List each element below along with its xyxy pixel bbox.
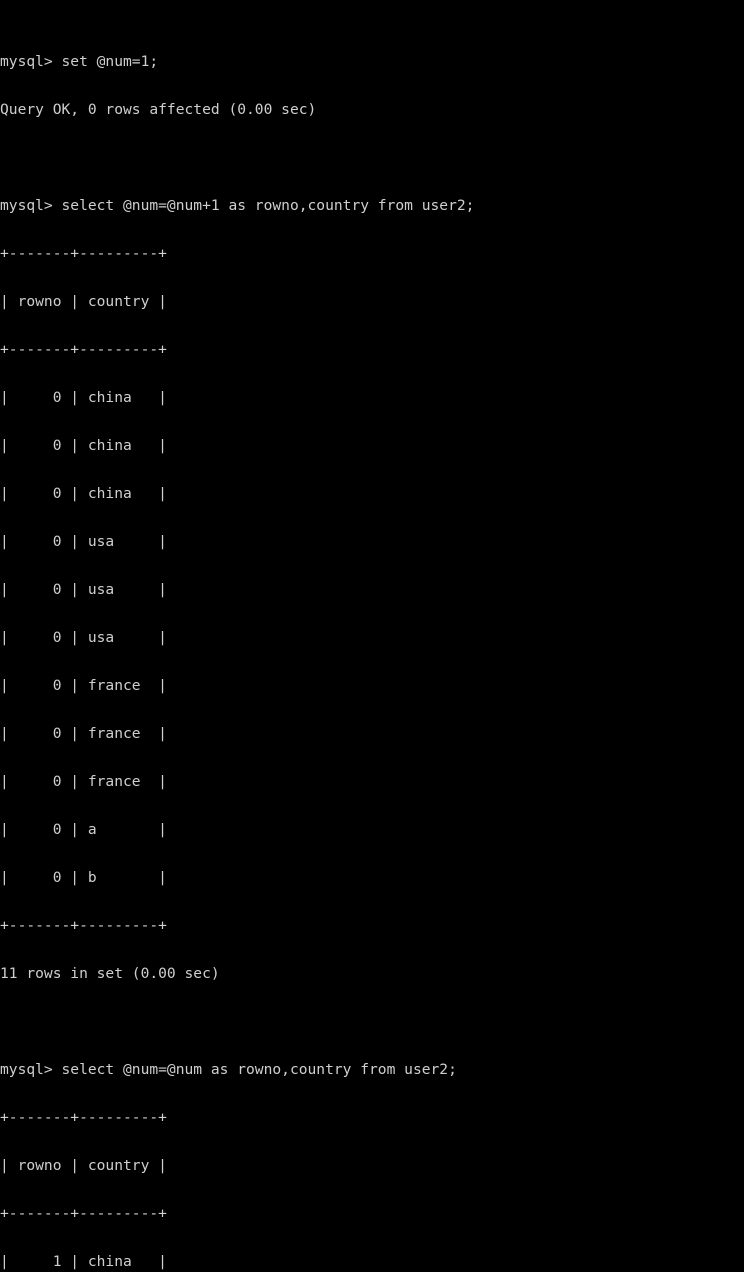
- terminal-line-t2-border-mid: +-------+---------+: [0, 1205, 167, 1222]
- table-row: | 0 | b |: [0, 869, 167, 886]
- table-row: | 0 | usa |: [0, 629, 167, 646]
- terminal-line-t2-header: | rowno | country |: [0, 1157, 167, 1174]
- terminal-line-t1-border-bot: +-------+---------+: [0, 917, 167, 934]
- terminal-line-result-query-ok: Query OK, 0 rows affected (0.00 sec): [0, 101, 317, 118]
- table-row: | 0 | a |: [0, 821, 167, 838]
- table-row: | 0 | china |: [0, 389, 167, 406]
- terminal-output[interactable]: mysql> set @num=1; Query OK, 0 rows affe…: [0, 0, 744, 1270]
- terminal-line-t1-header: | rowno | country |: [0, 293, 167, 310]
- table-row: | 0 | france |: [0, 725, 167, 742]
- terminal-line-cmd-select-same: mysql> select @num=@num as rowno,country…: [0, 1061, 457, 1078]
- table-row: | 0 | usa |: [0, 581, 167, 598]
- terminal-line-t1-border-top: +-------+---------+: [0, 245, 167, 262]
- terminal-line-t1-rowcount: 11 rows in set (0.00 sec): [0, 965, 220, 982]
- table-row: | 0 | china |: [0, 437, 167, 454]
- terminal-line-t2-border-top: +-------+---------+: [0, 1109, 167, 1126]
- table-row: | 0 | france |: [0, 677, 167, 694]
- table-row: | 0 | china |: [0, 485, 167, 502]
- table-row: | 0 | france |: [0, 773, 167, 790]
- terminal-line-t1-border-mid: +-------+---------+: [0, 341, 167, 358]
- terminal-line-cmd-set-num: mysql> set @num=1;: [0, 53, 159, 70]
- table-row: | 1 | china |: [0, 1253, 167, 1270]
- table-row: | 0 | usa |: [0, 533, 167, 550]
- terminal-line-cmd-select-plus1: mysql> select @num=@num+1 as rowno,count…: [0, 197, 475, 214]
